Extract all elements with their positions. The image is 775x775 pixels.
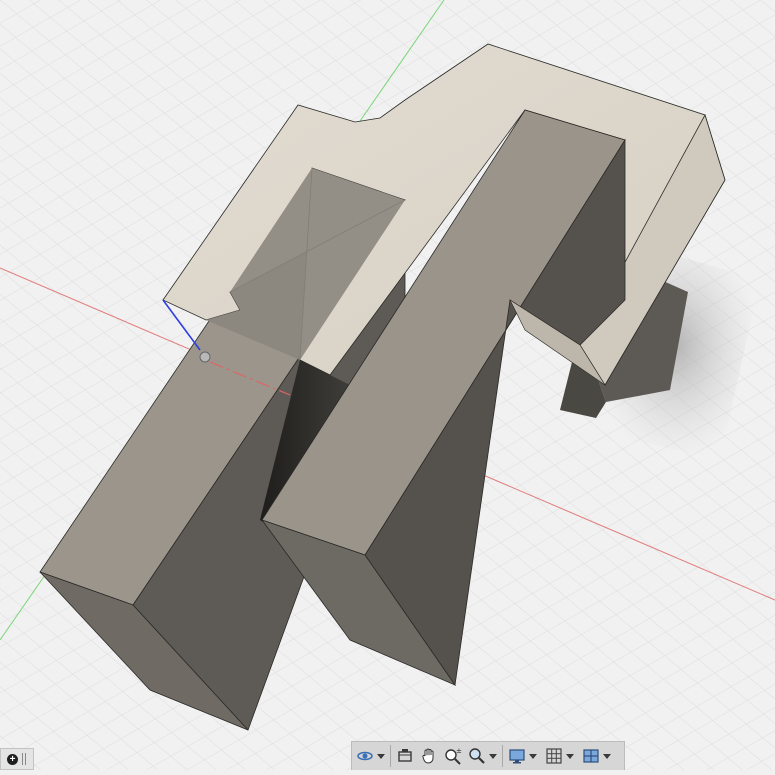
grid-menu-caret[interactable] <box>566 753 574 759</box>
orbit-button[interactable] <box>356 744 385 768</box>
navigation-toolbar: ± <box>351 741 625 770</box>
grid-snaps-button[interactable] <box>545 744 574 768</box>
svg-text:±: ± <box>456 747 462 755</box>
look-at-icon <box>398 749 412 762</box>
grid-icon <box>546 748 562 764</box>
zoom-button[interactable]: ± <box>444 744 462 768</box>
pan-hand-icon <box>422 748 434 764</box>
monitor-icon <box>509 749 525 764</box>
viewports-button[interactable] <box>582 744 611 768</box>
origin-point[interactable] <box>199 351 211 363</box>
fit-button[interactable] <box>468 744 497 768</box>
viewports-icon <box>583 749 599 763</box>
plus-icon[interactable]: + <box>7 753 18 765</box>
canvas-viewport[interactable] <box>0 0 775 770</box>
grip-handle-icon[interactable] <box>22 753 26 765</box>
fit-magnifier-icon <box>469 748 485 764</box>
orbit-icon <box>357 751 373 761</box>
display-settings-button[interactable] <box>508 744 537 768</box>
viewports-menu-caret[interactable] <box>603 753 611 759</box>
model-scene[interactable] <box>0 0 775 770</box>
display-menu-caret[interactable] <box>529 753 537 759</box>
fit-menu-caret[interactable] <box>489 753 497 759</box>
browser-toggle[interactable]: + <box>0 748 34 770</box>
zoom-icon: ± <box>445 747 462 765</box>
orbit-menu-caret[interactable] <box>377 753 385 759</box>
pan-button[interactable] <box>420 744 438 768</box>
look-at-button[interactable] <box>396 744 414 768</box>
